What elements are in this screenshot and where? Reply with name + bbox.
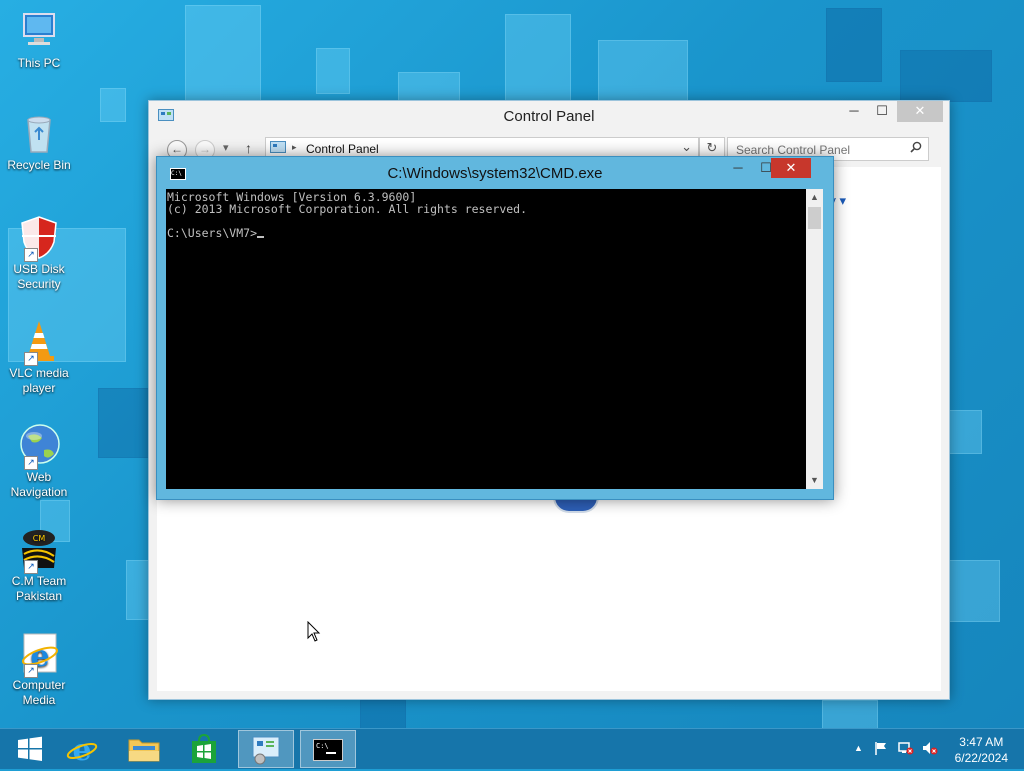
system-tray: ▲ 3:47 AM 6/22/2024: [844, 729, 1024, 769]
breadcrumb-separator-icon: ▸: [292, 142, 297, 152]
desktop-icon-label: This PC: [17, 56, 61, 70]
mouse-pointer-icon: [307, 620, 321, 648]
bg-square: [826, 8, 882, 82]
desktop-icon-cm-team[interactable]: CM ↗ C.M Team Pakistan: [4, 526, 74, 604]
bg-square: [100, 88, 126, 122]
windows-logo-icon: [18, 736, 42, 761]
bg-square: [505, 14, 571, 104]
console-prompt: C:\Users\VM7>: [167, 226, 258, 240]
cmd-window[interactable]: C:\ C:\Windows\system32\CMD.exe ─ ☐ ✕ Mi…: [156, 156, 834, 500]
shortcut-arrow-icon: ↗: [24, 560, 38, 574]
internet-explorer-icon: e ↗: [16, 630, 62, 678]
maximize-button[interactable]: ☐: [869, 101, 895, 122]
minimize-button[interactable]: ─: [841, 101, 867, 122]
cm-team-icon: CM ↗: [16, 526, 62, 574]
shortcut-arrow-icon: ↗: [24, 456, 38, 470]
globe-icon: ↗: [16, 422, 62, 470]
scroll-down-arrow-icon[interactable]: ▼: [806, 472, 823, 489]
scrollbar-thumb[interactable]: [808, 207, 821, 229]
desktop-icon-computer-media[interactable]: e ↗ Computer Media: [4, 630, 74, 708]
desktop-icon-this-pc[interactable]: This PC: [4, 8, 74, 71]
desktop-icon-usb-disk-security[interactable]: ↗ USB Disk Security: [4, 214, 74, 292]
vlc-cone-icon: ↗: [16, 318, 62, 366]
computer-icon: [16, 8, 62, 54]
bg-square: [948, 560, 1000, 622]
desktop-icon-label: Computer Media: [12, 678, 66, 707]
bg-square: [598, 40, 688, 104]
desktop-icon-vlc[interactable]: ↗ VLC media player: [4, 318, 74, 396]
console-line: (c) 2013 Microsoft Corporation. All righ…: [167, 202, 528, 216]
control-panel-titlebar[interactable]: Control Panel ─ ☐ ✕: [149, 101, 949, 131]
desktop-icon-web-navigation[interactable]: ↗ Web Navigation: [4, 422, 74, 500]
bg-square: [98, 388, 150, 458]
cmd-icon: C:\: [313, 739, 343, 761]
bg-square: [126, 560, 150, 620]
folder-icon: [128, 739, 160, 762]
svg-text:C:\: C:\: [316, 742, 329, 750]
cmd-titlebar[interactable]: C:\ C:\Windows\system32\CMD.exe ─ ☐ ✕: [157, 157, 833, 188]
close-button[interactable]: ✕: [897, 101, 943, 122]
clock-date: 6/22/2024: [954, 751, 1008, 765]
bg-square: [822, 700, 878, 728]
bg-square: [398, 72, 460, 102]
text-cursor: [257, 236, 265, 238]
volume-muted-icon[interactable]: [922, 741, 938, 758]
shortcut-arrow-icon: ↗: [24, 664, 38, 678]
scroll-up-arrow-icon[interactable]: ▲: [806, 189, 823, 206]
desktop-icon-label: USB Disk Security: [13, 262, 65, 291]
clock-time: 3:47 AM: [959, 735, 1004, 749]
window-title: Control Panel: [503, 108, 595, 125]
desktop-icon-label: VLC media player: [9, 366, 69, 395]
start-button[interactable]: [2, 730, 58, 768]
minimize-button[interactable]: ─: [725, 158, 751, 179]
bg-square: [900, 50, 992, 102]
desktop-icon-recycle-bin[interactable]: Recycle Bin: [4, 110, 74, 173]
search-icon[interactable]: [910, 141, 922, 156]
taskbar-command-prompt[interactable]: C:\: [300, 730, 356, 768]
shortcut-arrow-icon: ↗: [24, 248, 38, 262]
taskbar: e C:\ ▲ 3:47 AM 6/22/2024: [0, 728, 1024, 769]
close-button[interactable]: ✕: [771, 158, 811, 178]
bg-square: [316, 48, 350, 94]
store-bag-icon: [192, 733, 216, 763]
address-dropdown-icon[interactable]: ⌄: [681, 139, 692, 155]
usb-shield-icon: ↗: [16, 214, 62, 262]
breadcrumb[interactable]: Control Panel: [306, 142, 379, 156]
network-disconnected-icon[interactable]: [898, 741, 914, 758]
show-hidden-icons-chevron-icon[interactable]: ▲: [854, 743, 863, 753]
console-output[interactable]: Microsoft Windows [Version 6.3.9600] (c)…: [166, 189, 806, 489]
desktop-icon-label: Web Navigation: [10, 470, 68, 499]
action-center-flag-icon[interactable]: [874, 741, 888, 758]
control-panel-icon: [252, 736, 280, 765]
recycle-bin-icon: [16, 110, 62, 156]
internet-explorer-icon: e: [66, 733, 98, 768]
shortcut-arrow-icon: ↗: [24, 352, 38, 366]
bg-square: [948, 410, 982, 454]
taskbar-internet-explorer[interactable]: e: [54, 730, 110, 768]
desktop-icon-label: C.M Team Pakistan: [11, 574, 67, 603]
taskbar-clock[interactable]: 3:47 AM 6/22/2024: [955, 734, 1008, 766]
up-button[interactable]: ↑: [245, 140, 252, 156]
bg-square: [185, 5, 261, 102]
desktop-icon-label: Recycle Bin: [7, 158, 71, 172]
vertical-scrollbar[interactable]: ▲ ▼: [806, 189, 823, 489]
bg-square: [360, 700, 406, 728]
taskbar-file-explorer[interactable]: [116, 730, 172, 768]
taskbar-store[interactable]: [176, 730, 232, 768]
taskbar-control-panel[interactable]: [238, 730, 294, 768]
svg-text:CM: CM: [33, 534, 46, 543]
recent-pages-chevron-icon[interactable]: ▾: [223, 141, 229, 154]
